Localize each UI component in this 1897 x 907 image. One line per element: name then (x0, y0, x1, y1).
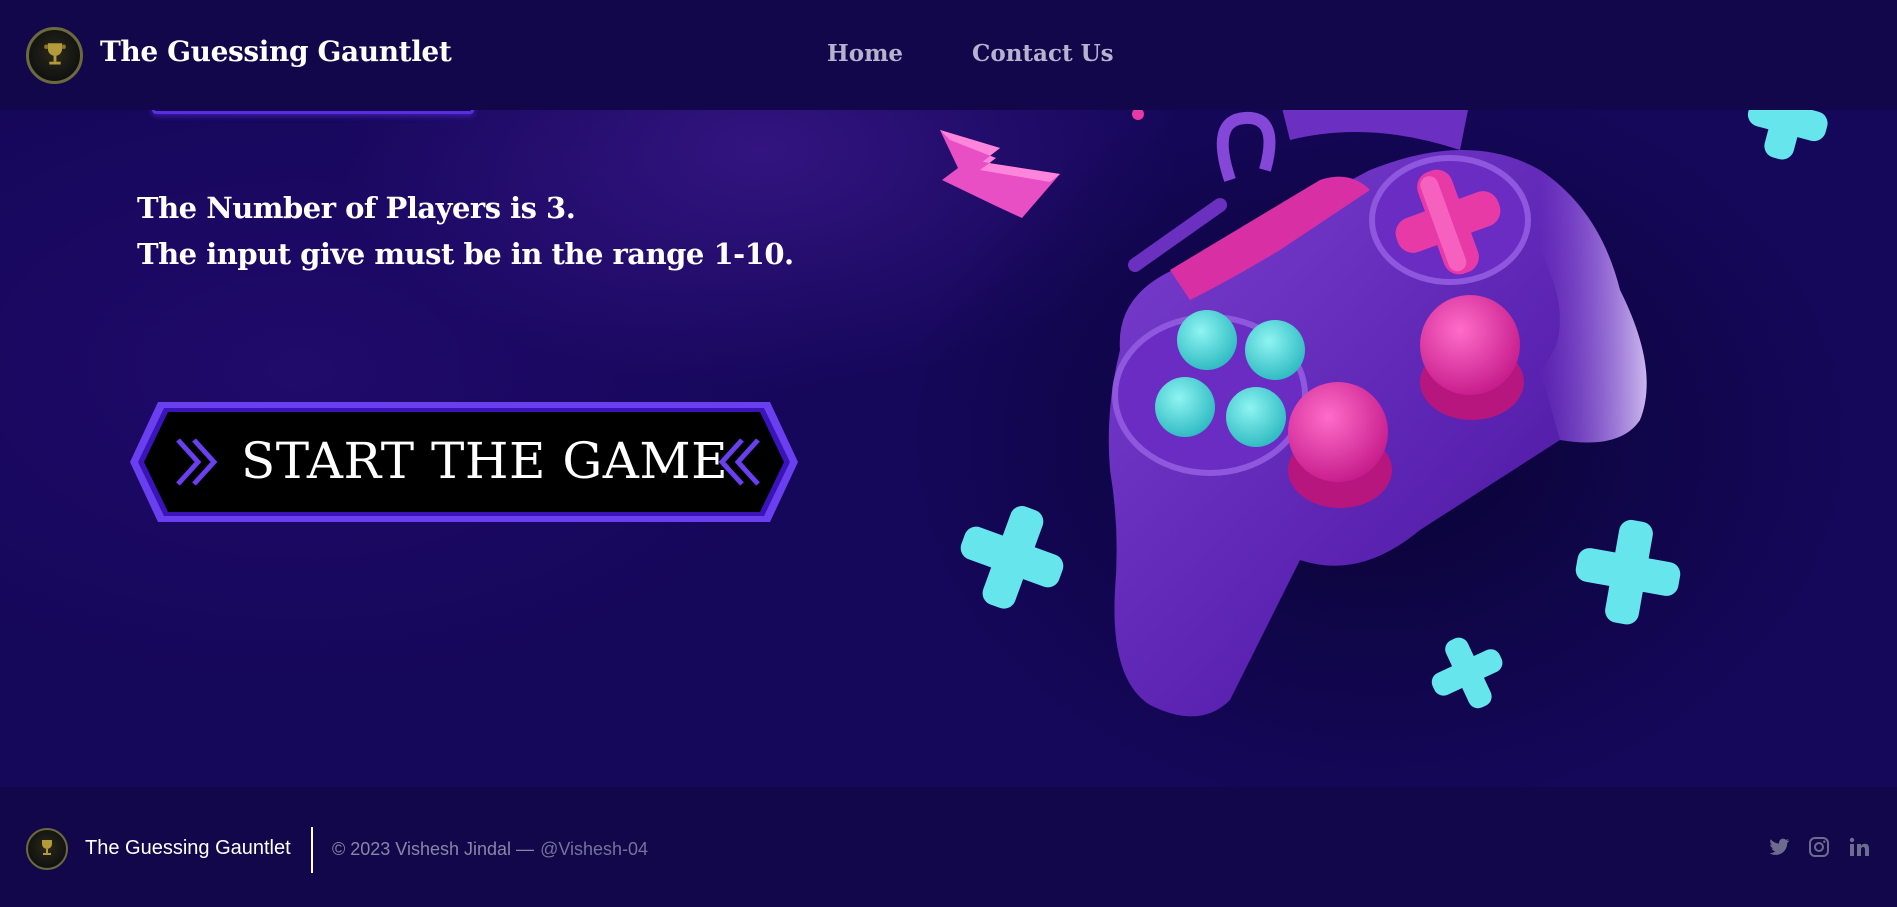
footer-divider (311, 827, 313, 873)
game-info: The Number of Players is 3. The input gi… (137, 185, 794, 277)
chevron-right-icon (176, 438, 218, 486)
footer-title: The Guessing Gauntlet (85, 837, 291, 859)
twitter-icon (1769, 838, 1790, 855)
linkedin-link[interactable] (1847, 835, 1871, 859)
author-handle-link[interactable]: @Vishesh-04 (540, 839, 648, 859)
hero-section: The Number of Players is 3. The input gi… (0, 110, 1897, 787)
social-links (1767, 835, 1871, 859)
nav-link-contact-us[interactable]: Contact Us (972, 40, 1114, 67)
players-info: The Number of Players is 3. (137, 191, 576, 225)
nav-link-home[interactable]: Home (827, 40, 903, 67)
range-info: The input give must be in the range 1-10… (137, 237, 794, 271)
lightning-bolt-icon (940, 130, 1060, 218)
navbar: The Guessing Gauntlet Home Contact Us (0, 0, 1897, 110)
instagram-icon (1809, 837, 1829, 857)
twitter-link[interactable] (1767, 835, 1791, 859)
linkedin-icon (1849, 837, 1869, 856)
start-game-label: START THE GAME (241, 432, 729, 490)
instagram-link[interactable] (1807, 835, 1831, 859)
brand-title[interactable]: The Guessing Gauntlet (100, 35, 452, 68)
chevron-left-icon (718, 438, 760, 486)
footer-logo[interactable] (26, 828, 68, 870)
trophy-icon (42, 840, 52, 855)
footer: The Guessing Gauntlet © 2023 Vishesh Jin… (0, 787, 1897, 907)
trophy-icon (43, 42, 66, 64)
main-nav: Home Contact Us (827, 40, 1114, 67)
footer-copyright: © 2023 Vishesh Jindal — @Vishesh-04 (332, 839, 648, 860)
partial-button[interactable] (152, 110, 474, 114)
brand-logo[interactable] (26, 27, 83, 84)
gamepad-illustration (940, 110, 1828, 717)
start-game-button[interactable]: START THE GAME (128, 400, 800, 524)
copyright-text: © 2023 Vishesh Jindal — (332, 839, 535, 859)
